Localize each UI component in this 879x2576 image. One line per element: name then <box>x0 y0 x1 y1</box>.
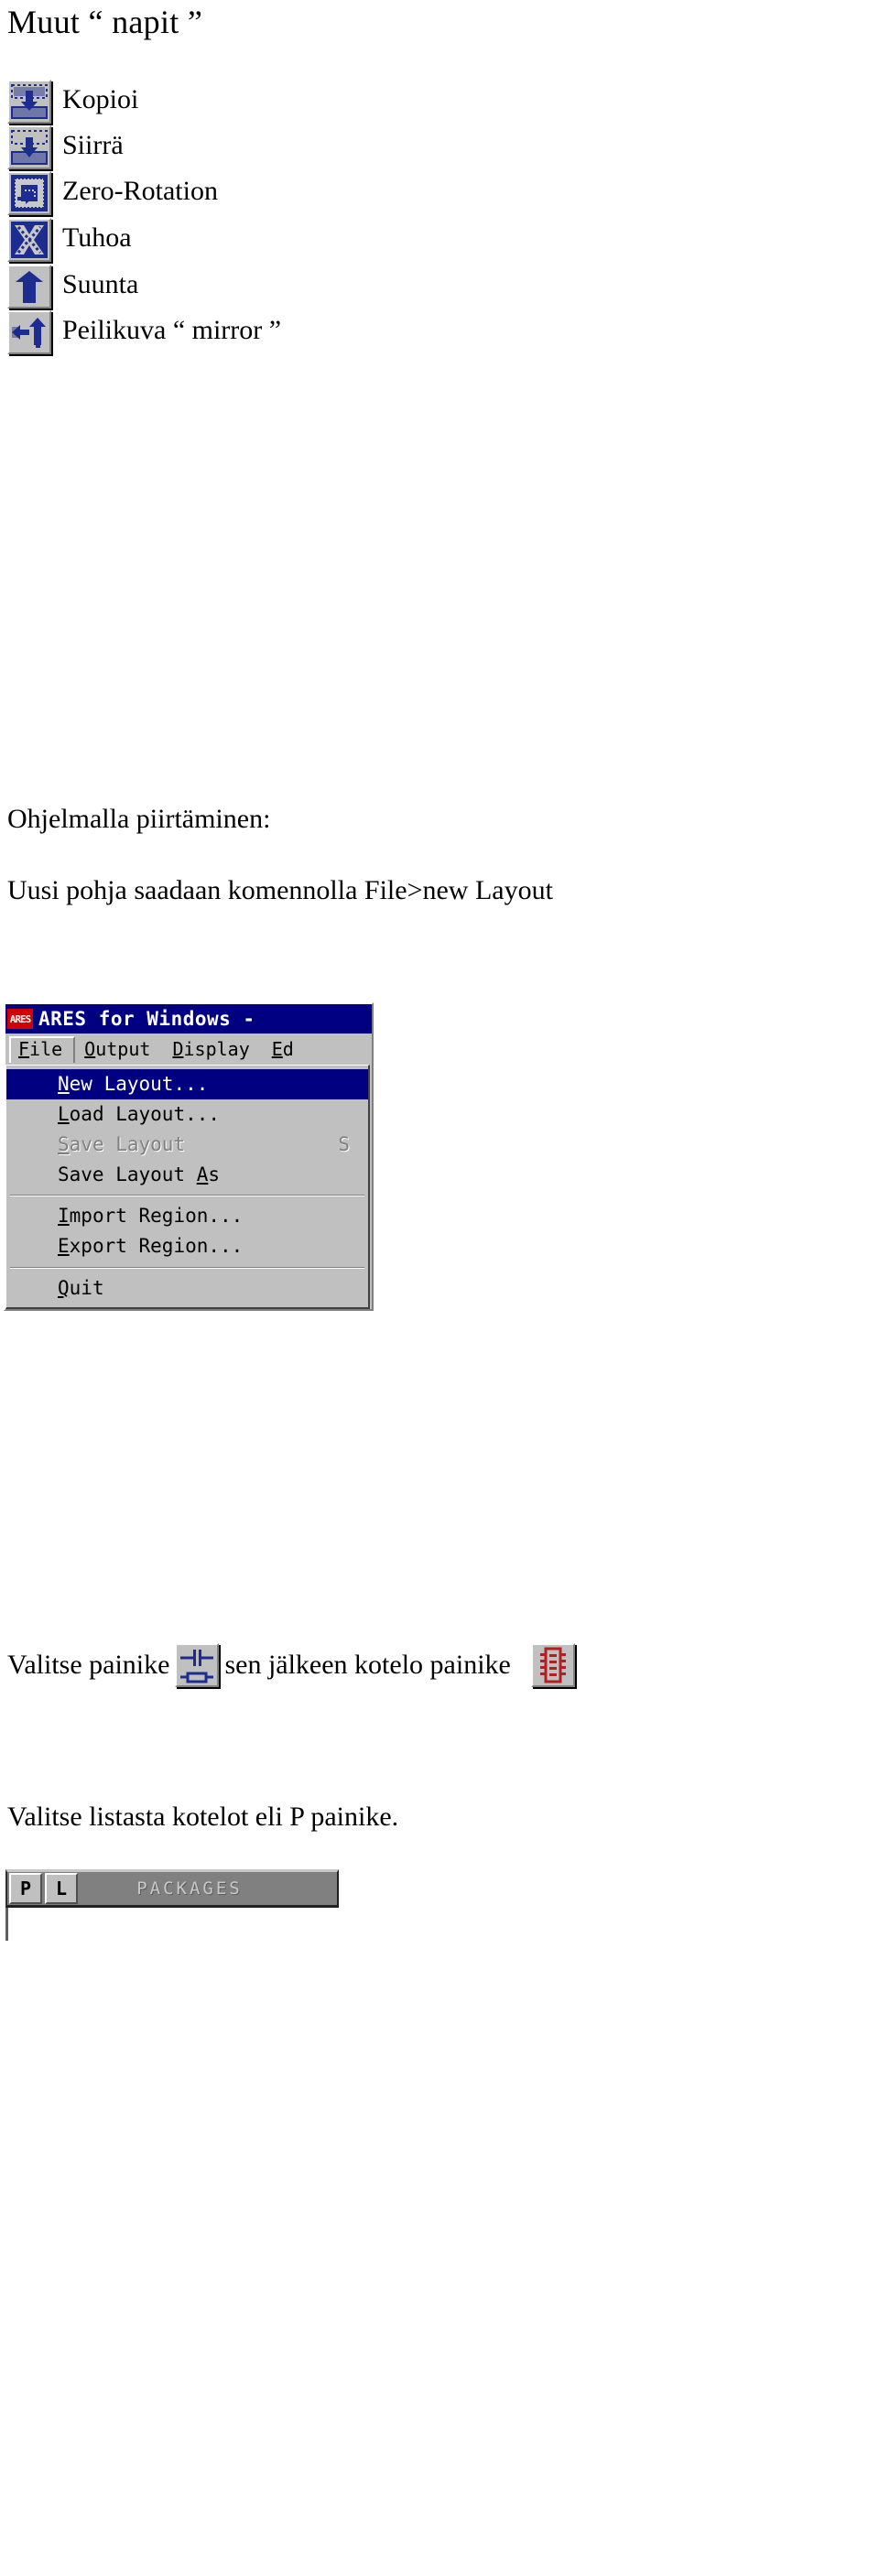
menu-edit-label: d <box>282 1037 294 1060</box>
component-mode-button[interactable] <box>175 1643 220 1687</box>
peilikuva-button[interactable] <box>7 310 51 354</box>
copy-icon <box>9 81 49 122</box>
tuhoa-label: Tuhoa <box>62 222 132 253</box>
menu-display-label: isplay <box>183 1037 250 1060</box>
menu-separator-2 <box>10 1266 364 1269</box>
menu-item-save-layout-as[interactable]: Save Layout As <box>6 1160 368 1190</box>
kopioi-label: Kopioi <box>62 84 139 114</box>
toolbar-row-zero-rotation: Zero-Rotation <box>7 169 218 217</box>
menu-output-label: utput <box>95 1037 151 1060</box>
new-layout-sentence: Uusi pohja saadaan komennolla File>new L… <box>7 875 553 905</box>
menu-output[interactable]: Output <box>75 1036 163 1063</box>
ares-logo-icon: ARES <box>7 1009 33 1029</box>
menu-item-new-layout[interactable]: New Layout... <box>6 1069 368 1100</box>
tuhoa-button[interactable] <box>7 218 51 262</box>
menu-item-import-region[interactable]: Import Region... <box>6 1201 368 1231</box>
packages-panel-edge <box>5 1908 8 1941</box>
package-mode-button[interactable] <box>530 1643 575 1687</box>
kopioi-button[interactable] <box>7 80 51 124</box>
toolbar-row-suunta: Suunta <box>7 263 138 310</box>
component-mode-icon <box>177 1645 217 1685</box>
menu-item-load-layout[interactable]: Load Layout... <box>6 1099 368 1130</box>
menu-item-save-layout: Save Layout S <box>58 1133 350 1156</box>
menu-item-quit[interactable]: Quit <box>6 1273 368 1304</box>
move-icon <box>9 127 49 168</box>
menu-separator-1 <box>10 1195 364 1197</box>
select-button-prefix: Valitse painike <box>7 1650 170 1680</box>
suunta-button[interactable] <box>7 265 51 308</box>
suunta-label: Suunta <box>62 269 139 299</box>
menu-edit[interactable]: Ed <box>263 1036 307 1063</box>
page-title: Muut “ napit ” <box>7 4 203 40</box>
menu-display[interactable]: Display <box>163 1036 262 1063</box>
zero-rotation-button[interactable] <box>7 171 51 215</box>
package-mode-icon <box>533 1645 573 1685</box>
select-button-sentence: Valitse painike sen jälkeen kotelo paini… <box>7 1643 581 1687</box>
ares-menubar: File Output Display Ed <box>5 1034 372 1065</box>
menu-item-export-region[interactable]: Export Region... <box>6 1231 368 1261</box>
toolbar-row-peilikuva: Peilikuva “ mirror ” <box>7 308 281 356</box>
packages-toolbar: P L PACKAGES <box>5 1869 339 1908</box>
menu-file[interactable]: File <box>9 1035 76 1063</box>
peilikuva-label: Peilikuva “ mirror ” <box>62 315 282 345</box>
select-button-middle: sen jälkeen kotelo painike <box>224 1650 511 1680</box>
ares-titlebar[interactable]: ARES ARES for Windows - <box>5 1004 372 1034</box>
menu-item-save-layout-accel: S <box>338 1133 350 1156</box>
delete-icon <box>9 220 49 260</box>
orientation-icon <box>9 266 49 307</box>
select-list-sentence: Valitse listasta kotelot eli P painike. <box>7 1802 399 1832</box>
packages-title: PACKAGES <box>136 1878 243 1899</box>
packages-l-button[interactable]: L <box>45 1873 78 1904</box>
zero-rotation-icon <box>9 173 49 213</box>
ares-window: ARES ARES for Windows - File Output Disp… <box>4 1002 374 1311</box>
mirror-icon <box>9 312 49 352</box>
siirra-label: Siirrä <box>62 130 124 160</box>
menu-file-label: ile <box>29 1037 63 1060</box>
section-heading: Ohjelmalla piirtäminen: <box>7 804 271 834</box>
file-dropdown-menu: New Layout... Load Layout... Save Layout… <box>5 1065 370 1309</box>
zero-rotation-label: Zero-Rotation <box>62 176 218 206</box>
toolbar-row-tuhoa: Tuhoa <box>7 216 132 264</box>
ares-window-title: ARES for Windows - <box>38 1007 255 1030</box>
packages-p-button[interactable]: P <box>9 1873 42 1904</box>
siirra-button[interactable] <box>7 125 51 169</box>
toolbar-row-siirra: Siirrä <box>7 124 124 171</box>
toolbar-row-kopioi: Kopioi <box>7 78 138 125</box>
